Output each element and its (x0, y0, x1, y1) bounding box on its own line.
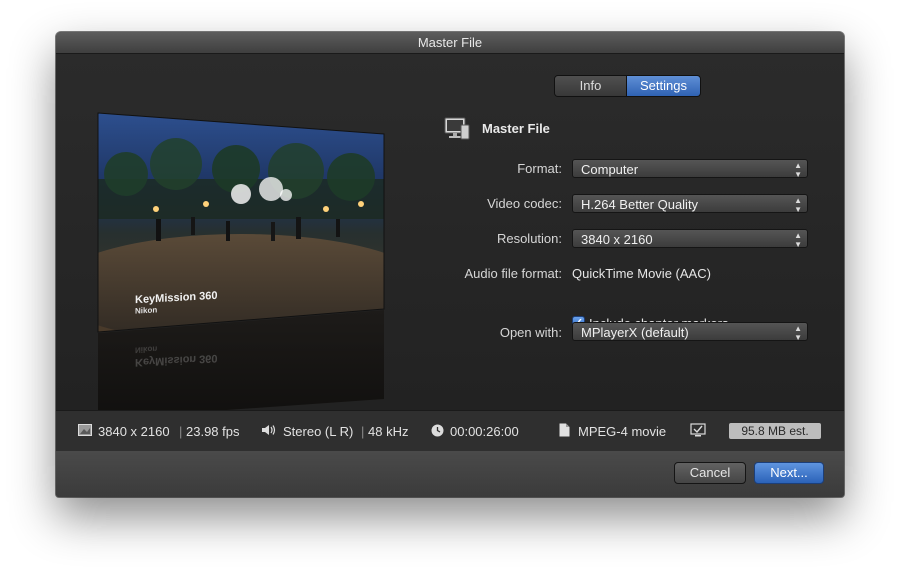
updown-arrows-icon: ▲ ▼ (794, 231, 802, 249)
format-value: Computer (581, 162, 639, 177)
video-codec-label: Video codec: (487, 196, 562, 211)
document-icon (559, 423, 570, 437)
open-with-label: Open with: (499, 325, 562, 340)
dialog-content: Info Settings KeyMission 360 Nikon KeyMi… (56, 54, 844, 419)
info-separator: | (179, 424, 183, 439)
video-preview: KeyMission 360 Nikon KeyMission 360 Niko… (96, 99, 388, 419)
video-frame-icon (78, 424, 92, 436)
tab-settings[interactable]: Settings (627, 76, 700, 96)
info-fps: 23.98 fps (186, 424, 240, 439)
compatibility-check-icon (690, 423, 706, 437)
speaker-icon (262, 425, 276, 435)
destination-title: Master File (482, 121, 550, 136)
dialog-footer: Cancel Next... (56, 451, 844, 497)
cancel-button[interactable]: Cancel (674, 462, 746, 484)
updown-arrows-icon: ▲ ▼ (794, 324, 802, 342)
updown-arrows-icon: ▲ ▼ (794, 196, 802, 214)
info-file-type: MPEG-4 movie (578, 424, 667, 439)
next-button[interactable]: Next... (754, 462, 824, 484)
tab-info[interactable]: Info (555, 76, 627, 96)
info-separator: | (361, 424, 365, 439)
computer-icon (444, 117, 470, 140)
resolution-value: 3840 x 2160 (581, 232, 653, 247)
format-popup[interactable]: Computer ▲ ▼ (572, 159, 808, 179)
open-with-popup[interactable]: MPlayerX (default) ▲ ▼ (572, 322, 808, 342)
export-info-bar: 3840 x 2160 | 23.98 fps Stereo (L R) | 4… (56, 410, 844, 452)
format-label: Format: (517, 161, 562, 176)
preview-thumbnail (97, 112, 385, 419)
open-with-value: MPlayerX (default) (581, 325, 689, 340)
info-sample-rate: 48 kHz (368, 424, 409, 439)
info-resolution: 3840 x 2160 (98, 424, 170, 439)
video-codec-value: H.264 Better Quality (581, 197, 699, 212)
window-title: Master File (56, 32, 844, 54)
info-duration: 00:00:26:00 (450, 424, 519, 439)
tab-switcher: Info Settings (554, 75, 701, 97)
video-codec-popup[interactable]: H.264 Better Quality ▲ ▼ (572, 194, 808, 214)
resolution-popup[interactable]: 3840 x 2160 ▲ ▼ (572, 229, 808, 249)
audio-file-format-label: Audio file format: (464, 266, 562, 281)
updown-arrows-icon: ▲ ▼ (794, 161, 802, 179)
size-estimate-badge: 95.8 MB est. (729, 423, 821, 439)
audio-file-format-value: QuickTime Movie (AAC) (572, 266, 711, 281)
resolution-label: Resolution: (496, 231, 562, 246)
master-file-dialog: Master File Info Settings KeyMission 360… (56, 32, 844, 497)
info-audio-channels: Stereo (L R) (283, 424, 354, 439)
preview-brand-subtitle-reflection: Nikon (135, 344, 158, 355)
clock-icon (431, 424, 444, 437)
preview-brand-subtitle: Nikon (135, 305, 158, 316)
